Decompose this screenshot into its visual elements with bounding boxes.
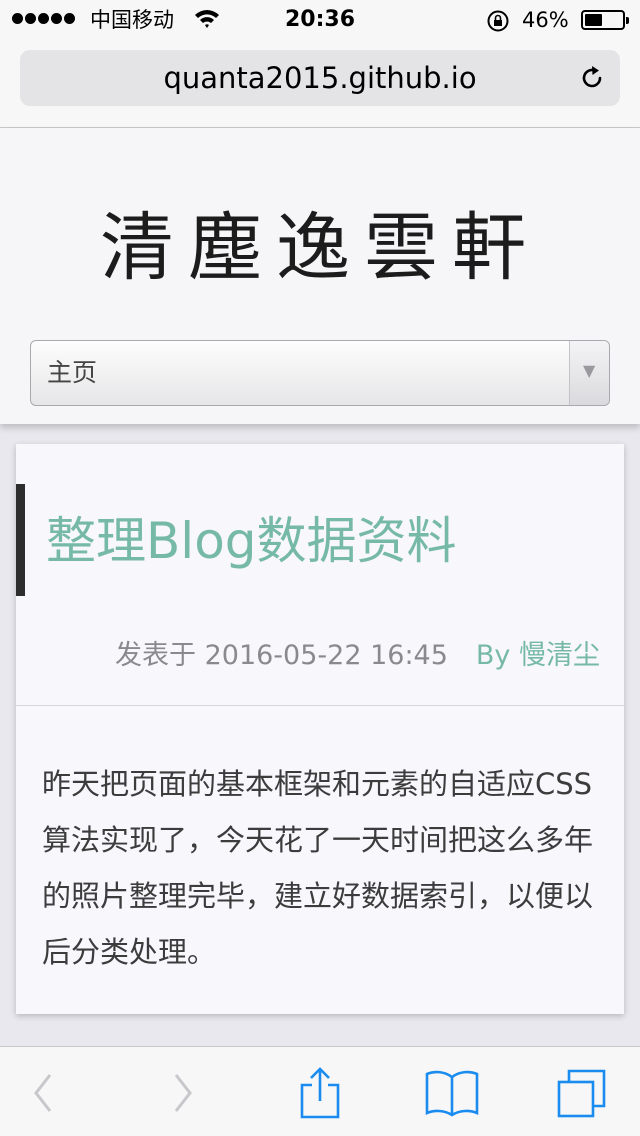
browser-address-area: quanta2015.github.io [0, 40, 640, 128]
back-icon[interactable] [16, 1067, 68, 1119]
reload-icon[interactable] [578, 64, 606, 92]
post-date: 发表于 2016-05-22 16:45 [115, 640, 448, 671]
post-author[interactable]: By 慢清尘 [476, 640, 600, 671]
post-card: 整理Blog数据资料 发表于 2016-05-22 16:45 By 慢清尘 昨天… [16, 444, 624, 1014]
navigation-select[interactable]: 主页 ▼ [30, 340, 610, 406]
status-bar: 中国移动 20:36 46% [0, 0, 640, 40]
divider [16, 705, 624, 706]
title-accent-bar [16, 484, 25, 596]
tabs-icon[interactable] [556, 1067, 608, 1119]
battery-percent: 46% [522, 8, 569, 32]
address-bar[interactable]: quanta2015.github.io [20, 50, 620, 106]
post-meta: 发表于 2016-05-22 16:45 By 慢清尘 [16, 636, 600, 676]
share-icon[interactable] [294, 1067, 346, 1119]
url-text[interactable]: quanta2015.github.io [20, 50, 620, 106]
site-logo-title[interactable]: 清塵逸雲軒 [0, 198, 640, 298]
site-header: 清塵逸雲軒 主页 ▼ [0, 128, 640, 424]
rotation-lock-icon [487, 10, 509, 32]
navigation-select-value[interactable]: 主页 [47, 341, 97, 405]
chevron-down-icon[interactable]: ▼ [569, 341, 609, 405]
browser-toolbar [0, 1046, 640, 1136]
battery-icon [581, 10, 629, 30]
post-body: 昨天把页面的基本框架和元素的自适应CSS算法实现了，今天花了一天时间把这么多年的… [42, 767, 594, 969]
battery-fill [585, 14, 602, 26]
post-title[interactable]: 整理Blog数据资料 [46, 504, 616, 578]
bookmarks-icon[interactable] [424, 1067, 480, 1119]
forward-icon[interactable] [158, 1067, 210, 1119]
